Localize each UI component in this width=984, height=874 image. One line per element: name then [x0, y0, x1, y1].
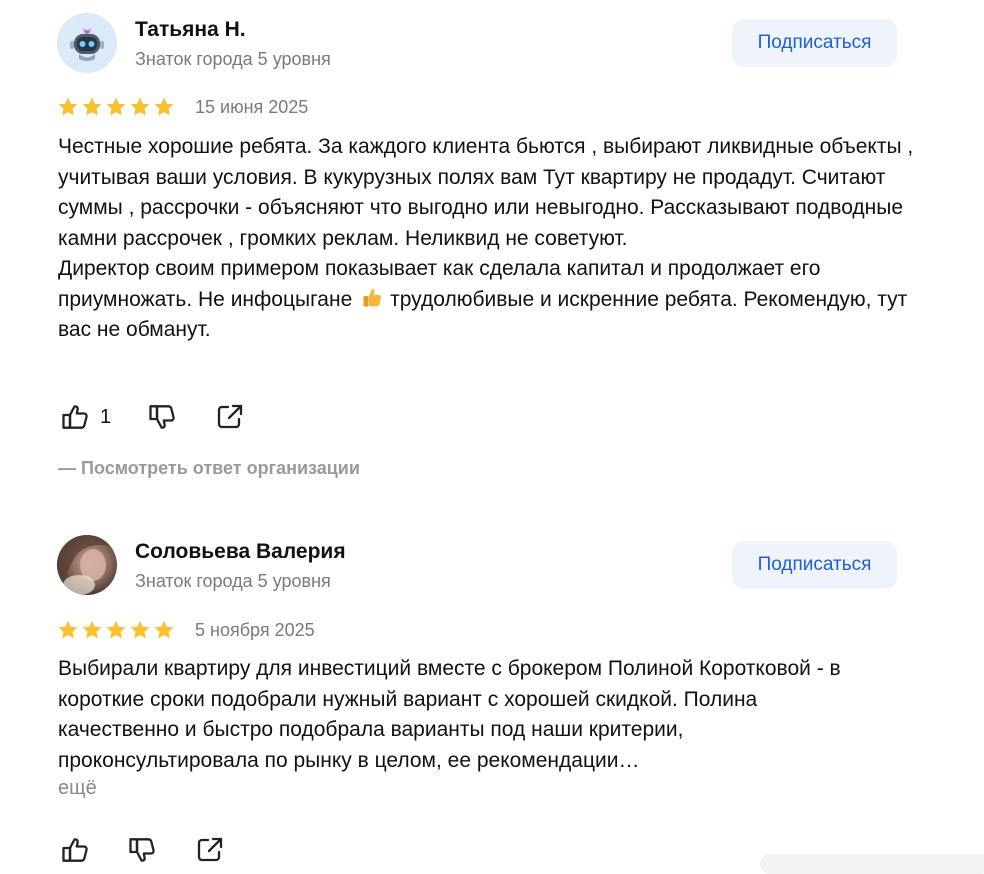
- star-icon: [130, 97, 150, 116]
- review-text: Выбирали квартиру для инвестиций вместе …: [58, 657, 841, 772]
- share-button[interactable]: [195, 834, 225, 866]
- robot-avatar-icon: [57, 13, 117, 73]
- author-level: Знаток города 5 уровня: [135, 571, 331, 591]
- star-icon: [130, 620, 150, 639]
- star-icon: [154, 97, 174, 116]
- dislike-icon: [149, 405, 175, 429]
- thumbs-up-emoji-icon: [363, 288, 382, 306]
- star-icon: [82, 97, 102, 116]
- like-button[interactable]: 1: [60, 401, 111, 433]
- star-icon: [58, 97, 78, 116]
- rating-stars: [57, 619, 175, 641]
- review-date: 15 июня 2025: [195, 97, 309, 117]
- share-icon: [217, 404, 243, 429]
- dislike-button[interactable]: [127, 834, 157, 866]
- author-avatar[interactable]: [57, 535, 117, 595]
- review-paragraph: Честные хорошие ребята. За каждого клиен…: [58, 135, 914, 250]
- star-icon: [58, 620, 78, 639]
- review-text: Честные хорошие ребята. За каждого клиен…: [58, 132, 928, 346]
- rating-stars: [57, 96, 175, 118]
- star-icon: [82, 620, 102, 639]
- share-button[interactable]: [215, 401, 245, 433]
- author-name[interactable]: Соловьева Валерия: [135, 540, 346, 564]
- view-org-reply-link[interactable]: — Посмотреть ответ организации: [58, 458, 360, 479]
- like-icon: [62, 405, 88, 429]
- user-photo-avatar: [57, 535, 117, 595]
- author-name[interactable]: Татьяна Н.: [135, 18, 246, 42]
- author-level: Знаток города 5 уровня: [135, 49, 331, 69]
- floating-panel-edge: [760, 854, 984, 874]
- show-more-link[interactable]: ещё: [58, 777, 97, 800]
- star-icon: [106, 620, 126, 639]
- dislike-button[interactable]: [147, 401, 177, 433]
- subscribe-button[interactable]: Подписаться: [732, 541, 897, 589]
- review-date: 5 ноября 2025: [195, 620, 315, 640]
- subscribe-button[interactable]: Подписаться: [732, 19, 897, 67]
- star-icon: [106, 97, 126, 116]
- author-avatar[interactable]: [57, 13, 117, 73]
- like-count: 1: [100, 405, 112, 428]
- review-paragraph: Директор своим примером показывает как с…: [58, 254, 928, 346]
- star-icon: [154, 620, 174, 639]
- like-button[interactable]: [60, 834, 90, 866]
